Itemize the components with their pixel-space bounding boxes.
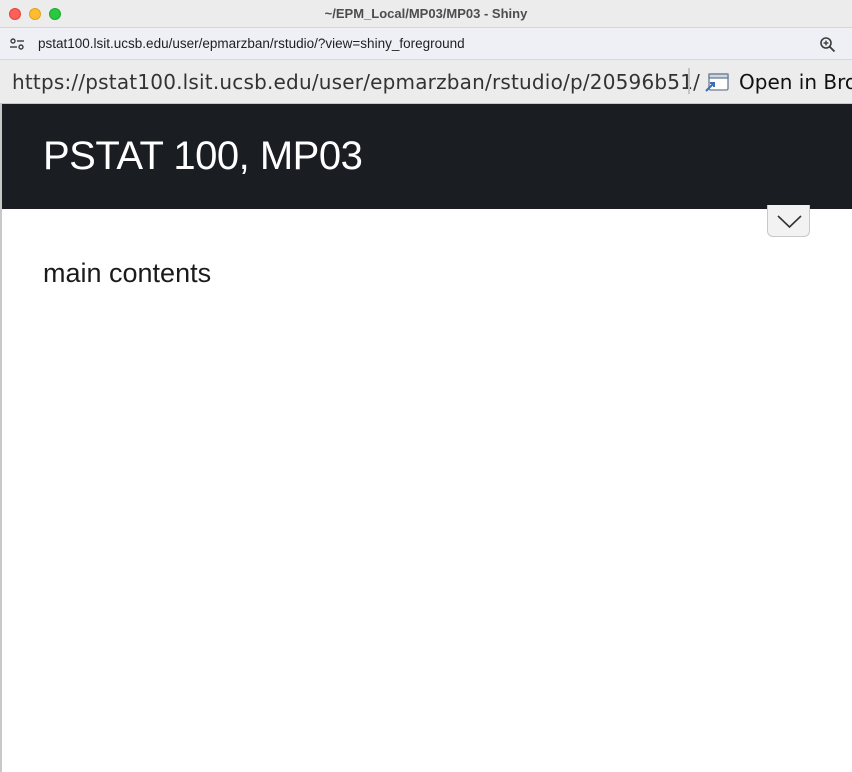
app-navbar: PSTAT 100, MP03: [2, 104, 852, 209]
title-bar: ~/EPM_Local/MP03/MP03 - Shiny: [0, 0, 852, 28]
chevron-down-icon: [777, 215, 802, 229]
address-bar: pstat100.lsit.ucsb.edu/user/epmarzban/rs…: [0, 28, 852, 60]
main-contents-text: main contents: [43, 258, 212, 288]
app-title: PSTAT 100, MP03: [43, 134, 363, 178]
open-in-browser-icon: [705, 73, 729, 92]
window-title: ~/EPM_Local/MP03/MP03 - Shiny: [324, 6, 528, 21]
browser-window: ~/EPM_Local/MP03/MP03 - Shiny pstat100.l…: [0, 0, 852, 772]
viewer-url[interactable]: https://pstat100.lsit.ucsb.edu/user/epma…: [12, 60, 700, 103]
toolbar-separator: [688, 68, 690, 94]
collapse-toggle-button[interactable]: [767, 205, 810, 237]
open-in-browser-label: Open in Brow: [739, 70, 852, 94]
tune-icon[interactable]: [9, 36, 25, 52]
viewer-toolbar: https://pstat100.lsit.ucsb.edu/user/epma…: [0, 60, 852, 104]
zoom-in-icon[interactable]: [819, 36, 836, 53]
address-url[interactable]: pstat100.lsit.ucsb.edu/user/epmarzban/rs…: [38, 28, 465, 60]
